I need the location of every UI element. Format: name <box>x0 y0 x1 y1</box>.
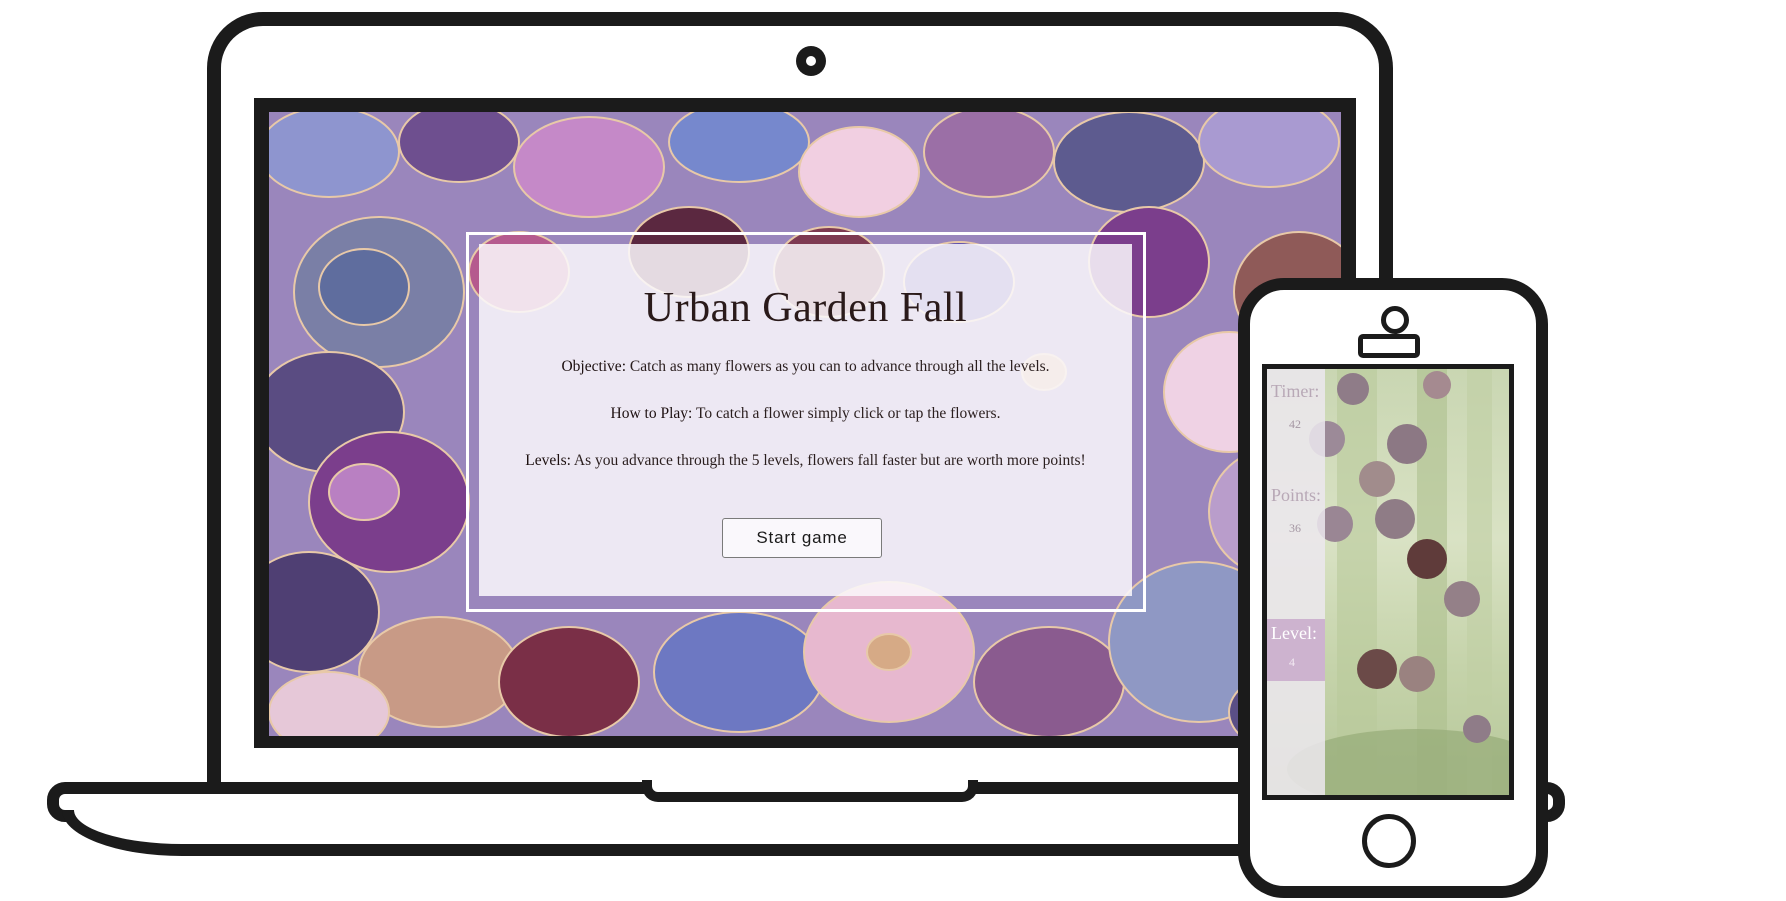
objective-label: Objective: <box>561 358 626 375</box>
game-title: Urban Garden Fall <box>643 285 968 331</box>
timer-value: 42 <box>1289 417 1301 431</box>
stats-sidebar: Timer: 42 Points: 36 Level: 4 <box>1267 369 1325 795</box>
level-label: Level: <box>1271 623 1317 643</box>
start-game-button[interactable]: Start game <box>722 518 882 558</box>
timer-label: Timer: <box>1271 381 1320 401</box>
points-value: 36 <box>1289 521 1301 535</box>
camera-icon <box>796 46 826 76</box>
phone-screen: Timer: 42 Points: 36 Level: 4 <box>1267 369 1509 795</box>
home-button[interactable] <box>1362 814 1416 868</box>
how-to-play-label: How to Play: <box>610 405 693 422</box>
phone-camera-icon <box>1381 306 1409 334</box>
levels-label: Levels: <box>525 452 571 469</box>
laptop-hinge-notch <box>642 780 978 802</box>
objective-text: Objective: Catch as many flowers as you … <box>479 358 1132 376</box>
level-value: 4 <box>1289 655 1295 669</box>
points-label: Points: <box>1271 485 1322 505</box>
laptop-screen: Urban Garden Fall Objective: Catch as ma… <box>269 112 1341 736</box>
objective-body: Catch as many flowers as you can to adva… <box>626 358 1050 375</box>
intro-panel: Urban Garden Fall Objective: Catch as ma… <box>479 244 1132 596</box>
levels-text: Levels: As you advance through the 5 lev… <box>479 452 1132 470</box>
how-to-play-text: How to Play: To catch a flower simply cl… <box>479 405 1132 423</box>
levels-body: As you advance through the 5 levels, flo… <box>570 452 1086 469</box>
level-box: Level: 4 <box>1267 619 1325 681</box>
how-to-play-body: To catch a flower simply click or tap th… <box>692 405 1001 422</box>
phone-speaker <box>1358 334 1420 358</box>
